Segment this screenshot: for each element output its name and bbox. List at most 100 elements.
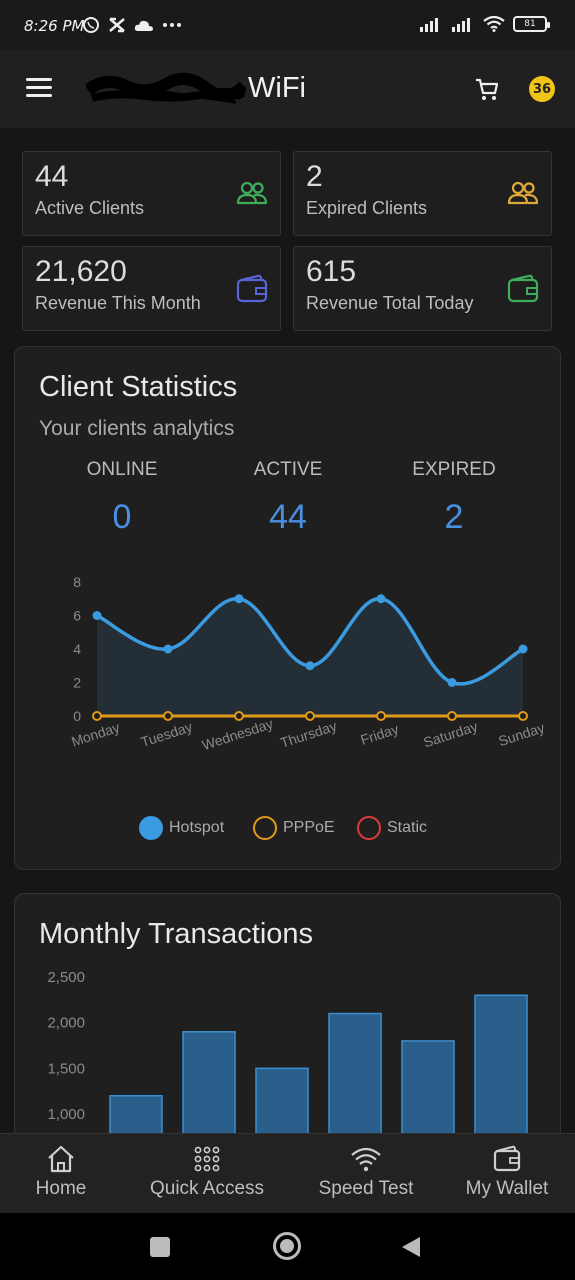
wifi-icon (351, 1147, 381, 1172)
home-icon (48, 1145, 74, 1173)
monthly-transactions-panel: Monthly Transactions 1,000 1,500 2,000 2,50… (14, 893, 561, 1153)
legend-label: Hotspot (169, 819, 225, 836)
home-button[interactable] (273, 1232, 301, 1260)
nav-quick-access[interactable]: Quick Access (134, 1144, 280, 1200)
bottom-nav: Home Quick Access Speed Test My Wallet (0, 1133, 575, 1213)
cloud-icon (134, 20, 153, 31)
stat-value: 2 (306, 160, 323, 193)
hotspot-point (376, 594, 386, 604)
y-tick-label: 4 (73, 641, 81, 657)
panel-title: Client Statistics (39, 371, 238, 403)
nav-speed-test[interactable]: Speed Test (304, 1144, 428, 1200)
nav-label: Quick Access (149, 1178, 265, 1199)
battery-icon: 81 (513, 16, 550, 32)
signal-icon (452, 18, 470, 32)
status-time: 8:26 PM (24, 17, 85, 35)
brand-logo-redacted (86, 72, 246, 104)
y-tick-label: 2,000 (47, 1015, 85, 1032)
stat-label: Active Clients (35, 198, 145, 218)
nav-my-wallet[interactable]: My Wallet (452, 1144, 562, 1200)
pppoe-point (92, 711, 102, 721)
summary-label-active: ACTIVE (253, 459, 323, 480)
stat-card-expired-clients[interactable]: 2 Expired Clients (293, 151, 552, 236)
pppoe-point (163, 711, 173, 721)
y-tick-label: 1,500 (47, 1060, 85, 1077)
stat-value: 21,620 (35, 255, 127, 288)
users-icon (236, 181, 268, 205)
status-icons-right: 81 (419, 16, 550, 32)
transaction-bar (474, 994, 528, 1144)
legend-pppoe[interactable]: PPPoE (253, 816, 335, 840)
stat-label: Expired Clients (306, 198, 428, 218)
system-nav-bar (0, 1213, 575, 1280)
stat-label: Revenue Total Today (306, 293, 474, 313)
cart-icon[interactable] (474, 76, 500, 102)
summary-label-online: ONLINE (86, 459, 158, 480)
app-header: WiFi 36 (0, 50, 575, 128)
x-tick-label: Sunday (496, 719, 546, 749)
legend-dot (357, 816, 381, 840)
pppoe-point (518, 711, 528, 721)
hotspot-point (518, 644, 528, 654)
nav-label: Speed Test (318, 1178, 414, 1199)
stat-card-revenue-month[interactable]: 21,620 Revenue This Month (22, 246, 281, 331)
summary-value-online: 0 (112, 498, 132, 536)
transaction-bar (182, 1031, 236, 1144)
y-tick-label: 0 (73, 708, 81, 724)
summary-value-expired: 2 (444, 498, 464, 536)
stat-value: 615 (306, 255, 357, 288)
hotspot-point (447, 678, 457, 687)
x-tick-label: Tuesday (139, 718, 195, 750)
legend-static[interactable]: Static (357, 816, 427, 840)
wifi-icon (483, 16, 505, 32)
battery-level: 81 (524, 19, 536, 29)
notification-badge[interactable]: 36 (529, 76, 555, 102)
nav-label: My Wallet (465, 1178, 549, 1199)
y-tick-label: 6 (73, 608, 81, 624)
pppoe-point (447, 711, 457, 721)
x-tick-label: Saturday (421, 718, 479, 751)
panel-subtitle: Your clients analytics (39, 417, 235, 440)
x-tick-label: Thursday (278, 718, 338, 751)
y-tick-label: 2 (73, 675, 81, 691)
wallet-icon (507, 274, 539, 303)
legend-label: Static (387, 819, 428, 836)
client-statistics-chart: 02468Monday Tuesday Wednesday Thursday Frida… (69, 574, 546, 753)
wallet-icon (493, 1145, 521, 1172)
legend-dot (139, 816, 163, 840)
transaction-bar (401, 1040, 455, 1144)
nav-label: Home (35, 1178, 87, 1199)
stat-label: Revenue This Month (35, 293, 201, 313)
legend-label: PPPoE (283, 819, 335, 836)
stat-card-revenue-today[interactable]: 615 Revenue Total Today (293, 246, 552, 331)
pppoe-point (376, 711, 386, 721)
menu-icon[interactable] (26, 78, 52, 98)
stat-card-active-clients[interactable]: 44 Active Clients (22, 151, 281, 236)
signal-icon (420, 18, 438, 32)
nav-home[interactable]: Home (18, 1144, 104, 1200)
panel-title: Monthly Transactions (39, 918, 314, 950)
x-tick-label: Wednesday (200, 715, 275, 753)
pppoe-point (234, 711, 244, 721)
grid-icon (194, 1146, 220, 1172)
capcut-icon (109, 17, 125, 33)
legend-hotspot[interactable]: Hotspot (139, 816, 224, 840)
x-tick-label: Friday (358, 721, 400, 748)
transaction-bar (328, 1012, 382, 1144)
recents-button[interactable] (150, 1237, 170, 1257)
client-statistics-panel: Client Statistics Your clients analytics… (14, 346, 561, 870)
status-bar: 8:26 PM 81 (0, 0, 575, 50)
brand-name: WiFi (248, 72, 306, 104)
summary-value-active: 44 (269, 498, 307, 536)
stat-value: 44 (35, 160, 69, 193)
y-tick-label: 2,500 (47, 969, 85, 986)
back-button[interactable] (400, 1235, 422, 1259)
hotspot-area (97, 598, 523, 716)
hotspot-point (305, 661, 315, 671)
wallet-icon (236, 274, 268, 303)
legend-dot (253, 816, 277, 840)
whatsapp-icon (83, 17, 99, 33)
status-icons-left (82, 16, 182, 34)
hotspot-point (234, 594, 244, 604)
summary-label-expired: EXPIRED (412, 459, 496, 480)
